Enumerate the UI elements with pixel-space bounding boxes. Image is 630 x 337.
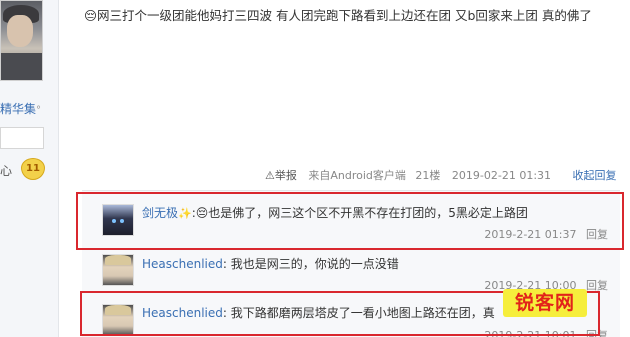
level-badge[interactable]: 11	[21, 158, 45, 180]
post-source: 来自Android客户端	[308, 169, 406, 182]
reply-body: Heaschenlied: 我也是网三的，你说的一点没错	[142, 256, 399, 272]
highlight-box	[76, 192, 624, 250]
avatar-hair	[105, 255, 131, 265]
thread-page: 精华集° 心 11 😔网三打个一级团能他妈打三四波 有人团完跑下路看到上边还在团…	[0, 0, 630, 337]
user-title-dot: °	[36, 105, 42, 116]
user-title-text: 精华集	[0, 102, 37, 116]
reply-avatar[interactable]	[102, 254, 134, 286]
report-link[interactable]: ⚠举报	[265, 169, 297, 182]
follow-box[interactable]	[0, 127, 44, 149]
post-floor: 21楼	[415, 169, 441, 182]
reply-text: 我也是网三的，你说的一点没错	[230, 257, 399, 271]
post-content: 😔网三打个一级团能他妈打三四波 有人团完跑下路看到上边还在团 又b回家来上团 真…	[84, 8, 592, 23]
reply-item: Heaschenlied: 我也是网三的，你说的一点没错 2019-2-21 1…	[82, 250, 620, 292]
site-watermark: 锐客网	[503, 289, 587, 317]
collapse-replies-link[interactable]: 收起回复	[573, 169, 617, 182]
reply-username[interactable]: Heaschenlied	[142, 257, 223, 271]
user-like-label: 心	[0, 164, 13, 178]
avatar-face	[7, 15, 33, 47]
post-footer: ⚠举报 来自Android客户端 21楼 2019-02-21 01:31 收起…	[265, 167, 617, 183]
reply-colon: :	[222, 257, 231, 271]
user-avatar[interactable]	[0, 0, 43, 81]
user-title-link[interactable]: 精华集°	[0, 100, 41, 117]
user-sidebar: 精华集° 心 11	[0, 0, 59, 337]
avatar-body	[1, 53, 42, 80]
post-time: 2019-02-21 01:31	[451, 169, 552, 182]
